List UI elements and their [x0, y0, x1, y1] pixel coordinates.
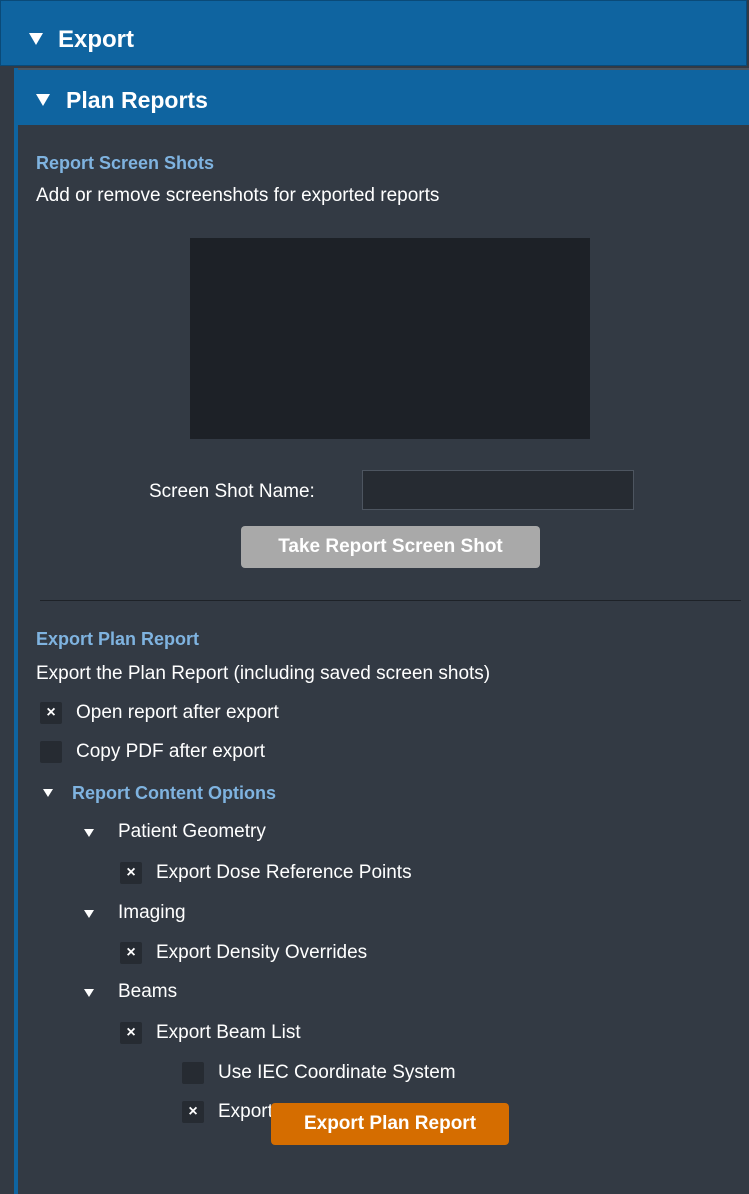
expand-triangle-icon[interactable]	[84, 989, 94, 997]
patient-geometry-label[interactable]: Patient Geometry	[118, 821, 266, 843]
beams-label[interactable]: Beams	[118, 981, 177, 1003]
export-panel-body: Plan Reports Report Screen Shots Add or …	[14, 68, 749, 1194]
export-dose-reference-points-checkbox[interactable]: ×	[120, 862, 142, 884]
expand-triangle-icon[interactable]	[43, 789, 53, 797]
use-iec-coordinate-system-checkbox[interactable]	[182, 1062, 204, 1084]
collapse-triangle-icon	[29, 33, 43, 45]
export-panel-header[interactable]: Export	[0, 0, 747, 66]
take-report-screenshot-button[interactable]: Take Report Screen Shot	[241, 526, 540, 568]
export-dose-reference-points-label: Export Dose Reference Points	[156, 862, 412, 883]
export-density-overrides-checkbox[interactable]: ×	[120, 942, 142, 964]
section-divider	[40, 600, 741, 601]
screenshot-name-label: Screen Shot Name:	[149, 481, 315, 502]
imaging-label[interactable]: Imaging	[118, 902, 186, 924]
collapse-triangle-icon	[36, 94, 50, 106]
screenshot-name-input[interactable]	[362, 470, 634, 510]
screenshot-preview	[190, 238, 590, 439]
plan-reports-title: Plan Reports	[66, 87, 208, 113]
export-plan-report-heading: Export Plan Report	[36, 629, 200, 649]
expand-triangle-icon[interactable]	[84, 829, 94, 837]
expand-triangle-icon[interactable]	[84, 910, 94, 918]
open-report-label: Open report after export	[76, 702, 279, 723]
report-content-options-heading[interactable]: Report Content Options	[72, 782, 276, 804]
export-plan-report-button[interactable]: Export Plan Report	[271, 1103, 509, 1145]
export-density-overrides-label: Export Density Overrides	[156, 942, 368, 963]
copy-pdf-label: Copy PDF after export	[76, 741, 266, 762]
export-beam-list-label: Export Beam List	[156, 1022, 301, 1043]
plan-reports-header[interactable]: Plan Reports	[18, 68, 749, 125]
export-ordered-hardware-ids-checkbox[interactable]: ×	[182, 1101, 204, 1123]
export-beam-list-checkbox[interactable]: ×	[120, 1022, 142, 1044]
use-iec-coordinate-system-label: Use IEC Coordinate System	[218, 1062, 456, 1083]
open-report-checkbox[interactable]: ×	[40, 702, 62, 724]
export-panel-title: Export	[58, 26, 135, 53]
report-screenshots-heading: Report Screen Shots	[36, 153, 215, 173]
copy-pdf-checkbox[interactable]	[40, 741, 62, 763]
report-screenshots-description: Add or remove screenshots for exported r…	[36, 185, 440, 206]
export-plan-report-description: Export the Plan Report (including saved …	[36, 663, 491, 684]
